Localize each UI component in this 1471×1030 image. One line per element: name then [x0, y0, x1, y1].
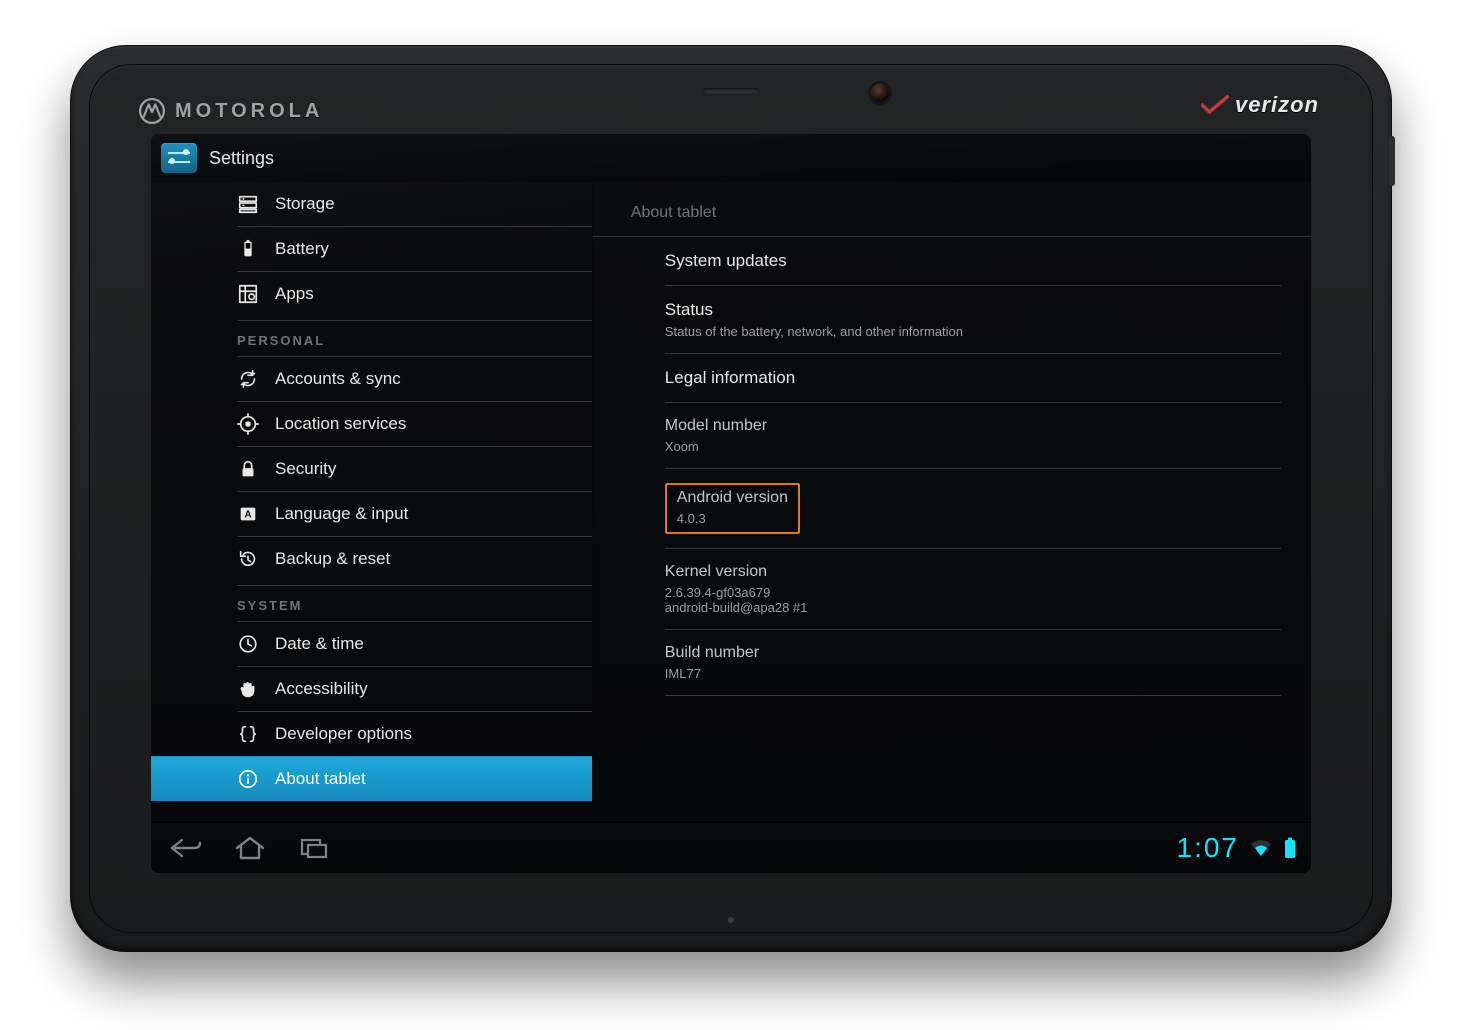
pref-title: Model number: [665, 417, 1281, 435]
sidebar-item-accessibility[interactable]: Accessibility: [237, 666, 592, 711]
sidebar-item-battery[interactable]: Battery: [237, 226, 592, 271]
battery-icon: [1283, 837, 1297, 859]
sidebar-item-security[interactable]: Security: [237, 446, 592, 491]
back-button[interactable]: [165, 833, 207, 863]
proximity-sensor: [703, 88, 759, 94]
sidebar-item-label: Backup & reset: [275, 549, 390, 569]
status-area[interactable]: 1:07: [1177, 832, 1298, 864]
settings-app-icon[interactable]: [161, 143, 197, 173]
sidebar-item-label: Apps: [275, 284, 314, 304]
power-button: [1389, 136, 1395, 186]
sidebar-item-label: Developer options: [275, 724, 412, 744]
action-bar: Settings: [151, 134, 1311, 184]
apps-icon: [237, 283, 259, 305]
braces-icon: [237, 723, 259, 745]
location-icon: [237, 413, 259, 435]
pref-subtitle: Xoom: [665, 439, 1281, 454]
clock-icon: [237, 633, 259, 655]
sidebar-item-backup-reset[interactable]: Backup & reset: [237, 536, 592, 581]
pref-subtitle: Status of the battery, network, and othe…: [665, 324, 1281, 339]
pref-title: Status: [665, 300, 1281, 320]
page-title: Settings: [209, 148, 274, 169]
about-tablet-pane: About tablet System updates Status Status …: [593, 182, 1311, 823]
verizon-check-icon: [1201, 95, 1229, 115]
recent-apps-button[interactable]: [293, 833, 335, 863]
pref-build-number: Build number IML77: [665, 630, 1281, 696]
brand-verizon-text: verizon: [1235, 92, 1319, 118]
brand-motorola-text: MOTOROLA: [175, 100, 323, 123]
pref-subtitle: 4.0.3: [677, 511, 788, 526]
bottom-mic: [728, 917, 734, 923]
sidebar-item-label: Battery: [275, 239, 329, 259]
info-icon: [237, 768, 259, 790]
sidebar-item-accounts-sync[interactable]: Accounts & sync: [237, 356, 592, 401]
pref-title: Build number: [665, 644, 1281, 662]
section-header-system: SYSTEM: [237, 585, 592, 621]
motorola-logo-icon: [139, 98, 165, 124]
svg-text:A: A: [244, 510, 252, 521]
highlight-android-version: Android version 4.0.3: [665, 483, 800, 534]
sidebar-item-label: Date & time: [275, 634, 364, 654]
pref-subtitle: IML77: [665, 666, 1281, 681]
sidebar-item-label: Language & input: [275, 504, 408, 524]
brand-motorola: MOTOROLA: [139, 98, 323, 124]
front-camera: [871, 84, 889, 102]
about-header: About tablet: [593, 182, 1311, 237]
sidebar-item-language-input[interactable]: A Language & input: [237, 491, 592, 536]
battery-icon: [237, 238, 259, 260]
pref-kernel-version: Kernel version 2.6.39.4-gf03a679 android-…: [665, 549, 1281, 630]
sidebar-item-label: Accessibility: [275, 679, 368, 699]
pref-model-number: Model number Xoom: [665, 403, 1281, 469]
language-icon: A: [237, 503, 259, 525]
wifi-icon: [1249, 838, 1273, 858]
pref-legal-info[interactable]: Legal information: [665, 354, 1281, 403]
sidebar-item-developer-options[interactable]: Developer options: [237, 711, 592, 756]
tablet-body: MOTOROLA verizon Settings: [70, 45, 1392, 952]
sidebar-item-location-services[interactable]: Location services: [237, 401, 592, 446]
storage-icon: [237, 193, 259, 215]
pref-title: Android version: [677, 489, 788, 507]
system-bar: 1:07: [151, 822, 1311, 873]
sidebar-item-label: Accounts & sync: [275, 369, 401, 389]
sidebar-item-label: About tablet: [275, 769, 366, 789]
pref-android-version: Android version 4.0.3: [665, 469, 1281, 549]
sync-icon: [237, 368, 259, 390]
lock-icon: [237, 458, 259, 480]
sidebar-item-date-time[interactable]: Date & time: [237, 621, 592, 666]
clock: 1:07: [1177, 832, 1240, 864]
home-button[interactable]: [229, 833, 271, 863]
pref-system-updates[interactable]: System updates: [665, 237, 1281, 286]
sidebar-item-about-tablet[interactable]: About tablet: [151, 756, 592, 801]
sidebar-item-apps[interactable]: Apps: [237, 271, 592, 316]
sidebar-item-label: Storage: [275, 194, 335, 214]
pref-title: Legal information: [665, 368, 1281, 388]
section-header-personal: PERSONAL: [237, 320, 592, 356]
screen: Settings Storage Battery Apps PERSONAL Accou…: [151, 134, 1311, 873]
brand-verizon: verizon: [1201, 92, 1319, 118]
tablet-bezel: MOTOROLA verizon Settings: [89, 64, 1373, 933]
sidebar-item-label: Security: [275, 459, 336, 479]
pref-title: Kernel version: [665, 563, 1281, 581]
hand-icon: [237, 678, 259, 700]
sidebar-item-label: Location services: [275, 414, 406, 434]
pref-subtitle: 2.6.39.4-gf03a679 android-build@apa28 #1: [665, 585, 1281, 615]
sidebar-item-storage[interactable]: Storage: [237, 182, 592, 226]
pref-title: System updates: [665, 251, 1281, 271]
settings-sidebar[interactable]: Storage Battery Apps PERSONAL Accounts & syn…: [151, 182, 593, 823]
pref-status[interactable]: Status Status of the battery, network, an…: [665, 286, 1281, 354]
restore-icon: [237, 548, 259, 570]
